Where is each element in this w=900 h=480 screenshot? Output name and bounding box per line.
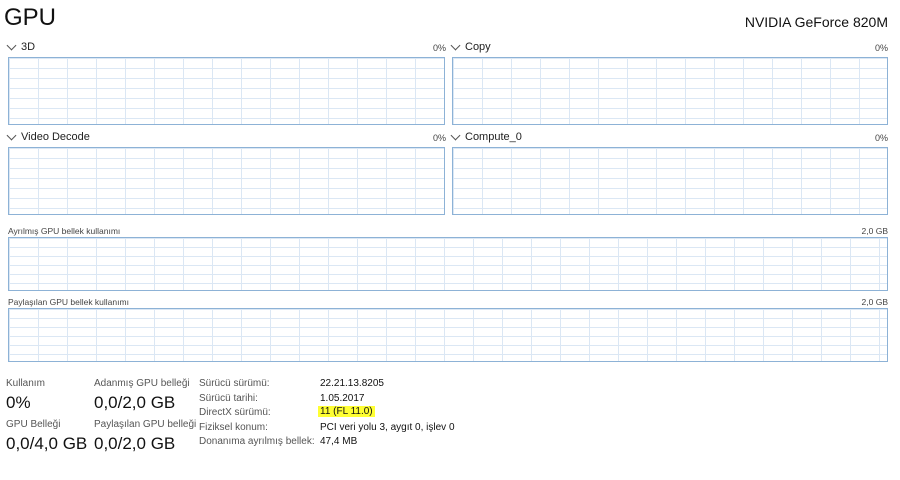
hardware-reserved-memory-label: Donanıma ayrılmış bellek:: [199, 436, 315, 447]
engine-3d-graph: [8, 57, 445, 125]
engine-compute-label: Compute_0: [465, 131, 522, 143]
shared-memory-value: 0,0/2,0 GB: [94, 434, 176, 453]
chevron-down-icon: [6, 130, 17, 140]
engine-compute-graph: [452, 147, 888, 215]
dedicated-memory-graph-max: 2,0 GB: [861, 226, 888, 236]
shared-memory-graph-max: 2,0 GB: [861, 297, 888, 307]
gpu-model-name: NVIDIA GeForce 820M: [744, 14, 888, 30]
engine-copy-selector[interactable]: Copy: [450, 40, 491, 53]
physical-location-label: Fiziksel konum:: [199, 422, 268, 433]
engine-video-decode-label: Video Decode: [21, 131, 90, 143]
engine-copy-label: Copy: [465, 41, 491, 53]
physical-location-value: PCI veri yolu 3, aygıt 0, işlev 0: [320, 422, 455, 433]
dedicated-memory-graph-label: Ayrılmış GPU bellek kullanımı: [8, 226, 121, 236]
chevron-down-icon: [450, 130, 461, 140]
directx-version-label: DirectX sürümü:: [199, 407, 271, 418]
gpu-memory-value: 0,0/4,0 GB: [6, 434, 88, 453]
dedicated-memory-label: Adanmış GPU belleği: [94, 378, 190, 389]
chevron-down-icon: [6, 40, 17, 50]
engine-copy-percent: 0%: [874, 43, 888, 53]
shared-memory-label: Paylaşılan GPU belleği: [94, 419, 197, 430]
shared-memory-graph: [8, 308, 888, 362]
engine-3d-percent: 0%: [432, 43, 446, 53]
driver-version-label: Sürücü sürümü:: [199, 378, 270, 389]
hardware-reserved-memory-value: 47,4 MB: [320, 436, 358, 447]
engine-3d-label: 3D: [21, 41, 36, 53]
driver-date-value: 1.05.2017: [320, 393, 365, 404]
engine-video-decode-graph: [8, 147, 445, 215]
engine-copy-graph: [452, 57, 888, 125]
gpu-memory-label: GPU Belleği: [6, 419, 61, 430]
driver-version-value: 22.21.13.8205: [320, 378, 384, 389]
engine-compute-selector[interactable]: Compute_0: [450, 130, 522, 143]
driver-date-label: Sürücü tarihi:: [199, 393, 258, 404]
engine-3d-selector[interactable]: 3D: [6, 40, 36, 53]
engine-video-decode-percent: 0%: [432, 133, 446, 143]
utilization-value: 0%: [6, 393, 31, 412]
utilization-label: Kullanım: [6, 378, 45, 389]
dedicated-memory-graph: [8, 237, 888, 291]
shared-memory-graph-label: Paylaşılan GPU bellek kullanımı: [8, 297, 129, 307]
engine-compute-percent: 0%: [874, 133, 888, 143]
engine-video-decode-selector[interactable]: Video Decode: [6, 130, 90, 143]
chevron-down-icon: [450, 40, 461, 50]
dedicated-memory-value: 0,0/2,0 GB: [94, 393, 176, 412]
directx-version-value: 11 (FL 11.0): [318, 406, 375, 417]
page-title: GPU: [4, 4, 57, 31]
